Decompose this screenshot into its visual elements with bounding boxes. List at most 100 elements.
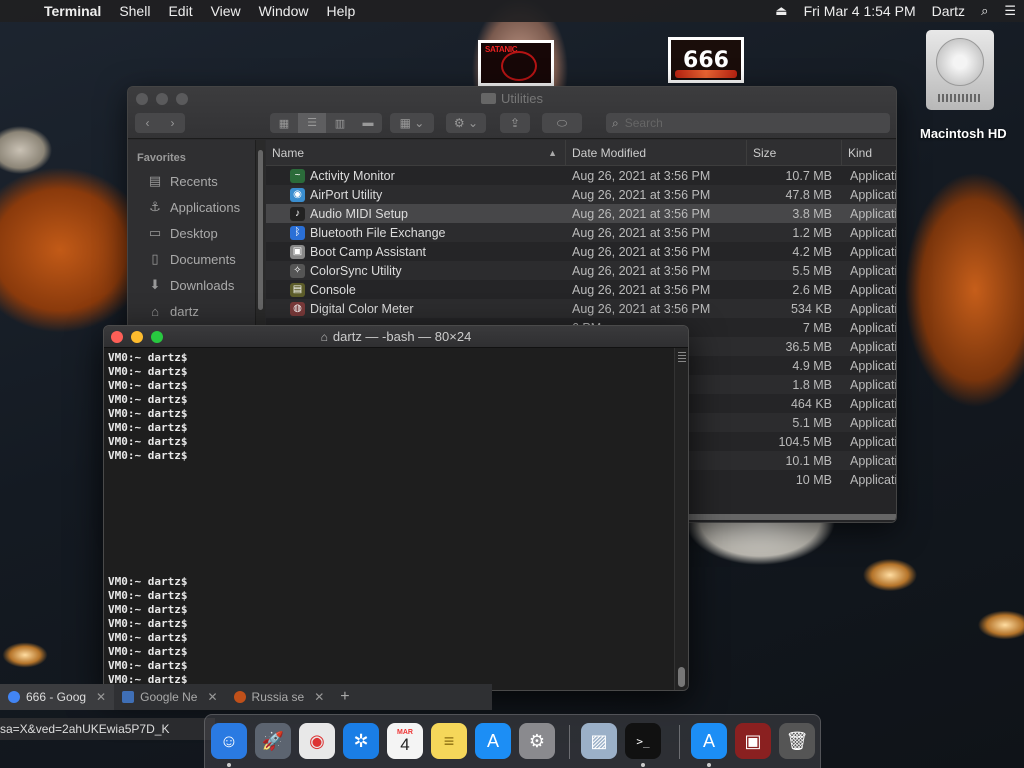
file-name-cell: ▤ Console: [266, 282, 566, 297]
dock-finder-icon[interactable]: ☺: [211, 723, 247, 759]
table-row[interactable]: ✧ ColorSync Utility Aug 26, 2021 at 3:56 P…: [266, 261, 896, 280]
dock-chrome-icon[interactable]: ◉: [299, 723, 335, 759]
browser-tab[interactable]: 666 - Goog ✕: [0, 684, 115, 710]
dock-calendar-icon[interactable]: MAR 4: [387, 723, 423, 759]
file-name-cell: ~ Activity Monitor: [266, 168, 566, 183]
thumbnail-2-text: 666: [683, 47, 729, 73]
new-tab-button[interactable]: +: [332, 684, 357, 710]
menu-clock[interactable]: Fri Mar 4 1:54 PM: [796, 3, 924, 19]
column-view-button[interactable]: ▥: [326, 117, 354, 130]
list-view-button[interactable]: ☰: [298, 113, 326, 133]
app-icon: ♪: [290, 206, 305, 221]
file-kind: Application: [850, 206, 896, 221]
file-kind: Application: [850, 358, 896, 373]
terminal-line: VM0:~ dartz$: [108, 659, 188, 672]
menu-shell[interactable]: Shell: [110, 3, 159, 19]
menu-user[interactable]: Dartz: [924, 3, 973, 19]
table-row[interactable]: ~ Activity Monitor Aug 26, 2021 at 3:56 PM…: [266, 166, 896, 185]
terminal-titlebar[interactable]: ⌂ dartz — -bash — 80×24: [104, 326, 688, 348]
column-header-kind[interactable]: Kind: [842, 140, 896, 166]
file-size: 47.8 MB: [785, 187, 832, 202]
desktop-image-thumbnail-1[interactable]: SATANIC: [478, 40, 554, 86]
dock-app-store-2-icon[interactable]: A: [691, 723, 727, 759]
forward-button[interactable]: ›: [160, 116, 185, 130]
column-header-date[interactable]: Date Modified: [566, 139, 747, 166]
desktop-icon: ▭: [148, 225, 162, 240]
column-header-name[interactable]: Name ▲: [266, 139, 566, 166]
finder-titlebar[interactable]: Utilities ‹ › ▦ ☰ ▥ ▬ ▦ ⌄ ⚙ ⌄ ⇪ ⬭ ⌕: [128, 87, 896, 139]
browser-tab[interactable]: Google Ne ✕: [114, 684, 225, 710]
action-button[interactable]: ⚙ ⌄: [446, 113, 486, 133]
sidebar-item-documents[interactable]: ▯ Documents: [128, 246, 255, 272]
terminal-scrollbar[interactable]: [674, 348, 688, 690]
sidebar-item-downloads[interactable]: ⬇ Downloads: [128, 272, 255, 298]
home-icon: ⌂: [151, 303, 159, 319]
table-row[interactable]: ▣ Boot Camp Assistant Aug 26, 2021 at 3:56…: [266, 242, 896, 261]
spotlight-search-icon[interactable]: ⌕: [973, 3, 996, 19]
table-row[interactable]: ᛒ Bluetooth File Exchange Aug 26, 2021 at …: [266, 223, 896, 242]
group-by-button[interactable]: ▦ ⌄: [390, 113, 434, 133]
dock-trash-icon[interactable]: 🗑: [779, 723, 815, 759]
dock-terminal-icon[interactable]: >_: [625, 723, 661, 759]
back-button[interactable]: ‹: [135, 116, 160, 130]
file-date: Aug 26, 2021 at 3:56 PM: [572, 206, 711, 221]
menu-help[interactable]: Help: [317, 3, 364, 19]
terminal-line: VM0:~ dartz$: [108, 351, 188, 364]
dock-app-store-icon[interactable]: A: [475, 723, 511, 759]
table-row[interactable]: ◍ Digital Color Meter Aug 26, 2021 at 3:56…: [266, 299, 896, 318]
dock-glyph: ✲: [353, 730, 369, 751]
desktop-image-thumbnail-2[interactable]: 666: [668, 37, 744, 83]
dock-preview-icon[interactable]: ▨: [581, 723, 617, 759]
gallery-view-button[interactable]: ▬: [354, 117, 382, 129]
tab-close-icon[interactable]: ✕: [96, 690, 106, 704]
file-kind: Application: [850, 339, 896, 354]
table-row[interactable]: ♪ Audio MIDI Setup Aug 26, 2021 at 3:56 PM…: [266, 204, 896, 223]
finder-search-input[interactable]: [624, 116, 865, 130]
home-folder-icon: ⌂: [320, 330, 328, 344]
sidebar-scroll-thumb[interactable]: [258, 150, 263, 310]
finder-search-field[interactable]: ⌕: [606, 113, 890, 133]
browser-tab-label: Russia se: [251, 690, 305, 704]
sidebar-item-desktop[interactable]: ▭ Desktop: [128, 220, 255, 246]
browser-tab[interactable]: Russia se ✕: [226, 684, 333, 710]
notification-center-icon[interactable]: ☰: [996, 3, 1024, 19]
file-size: 4.2 MB: [792, 244, 832, 259]
file-size: 7 MB: [802, 320, 832, 335]
tab-close-icon[interactable]: ✕: [207, 690, 217, 704]
icon-view-button[interactable]: ▦: [270, 117, 298, 130]
terminal-window[interactable]: ⌂ dartz — -bash — 80×24 VM0:~ dartz$ VM0:~…: [103, 325, 689, 691]
dock-glyph: A: [486, 730, 499, 751]
column-header-size[interactable]: Size: [747, 139, 842, 166]
share-button[interactable]: ⇪: [500, 113, 530, 133]
applications-icon: ⚓: [149, 199, 161, 214]
menu-edit[interactable]: Edit: [159, 3, 201, 19]
dock-launchpad-icon[interactable]: 🚀: [255, 723, 291, 759]
macintosh-hd-label: Macintosh HD: [920, 126, 1007, 141]
dock-system-preferences-icon[interactable]: ⚙: [519, 723, 555, 759]
table-row[interactable]: ◉ AirPort Utility Aug 26, 2021 at 3:56 PM 4…: [266, 185, 896, 204]
table-row[interactable]: ▤ Console Aug 26, 2021 at 3:56 PM 2.6 MB App…: [266, 280, 896, 299]
sidebar-item-applications[interactable]: ⚓ Applications: [128, 194, 255, 220]
browser-address-bar[interactable]: sa=X&ved=2ahUKEwia5P7D_K: [0, 718, 215, 740]
macintosh-hd-icon[interactable]: Macintosh HD: [920, 30, 1007, 141]
menu-app-terminal[interactable]: Terminal: [40, 3, 110, 19]
menu-window[interactable]: Window: [250, 3, 318, 19]
sidebar-item-recents[interactable]: ▤ Recents: [128, 168, 255, 194]
file-name-cell: ◉ AirPort Utility: [266, 187, 566, 202]
eject-icon[interactable]: ⏏: [767, 3, 795, 19]
horizontal-scroll-thumb[interactable]: [686, 514, 896, 520]
tab-close-icon[interactable]: ✕: [314, 690, 324, 704]
file-name: Activity Monitor: [310, 168, 395, 183]
tag-button[interactable]: ⬭: [542, 113, 582, 133]
terminal-scroll-thumb[interactable]: [678, 667, 685, 687]
dock-notes-icon[interactable]: ≡: [431, 723, 467, 759]
terminal-screen[interactable]: VM0:~ dartz$ VM0:~ dartz$ VM0:~ dartz$ VM0:…: [104, 348, 674, 690]
dock-image-thumbnail-icon[interactable]: ▣: [735, 723, 771, 759]
dock-safari-icon[interactable]: ✲: [343, 723, 379, 759]
sort-arrow-icon: ▲: [548, 147, 557, 158]
sidebar-item-home[interactable]: ⌂ dartz: [128, 298, 255, 324]
file-size: 10.7 MB: [785, 168, 832, 183]
file-kind: Application: [850, 301, 896, 316]
menu-view[interactable]: View: [202, 3, 250, 19]
